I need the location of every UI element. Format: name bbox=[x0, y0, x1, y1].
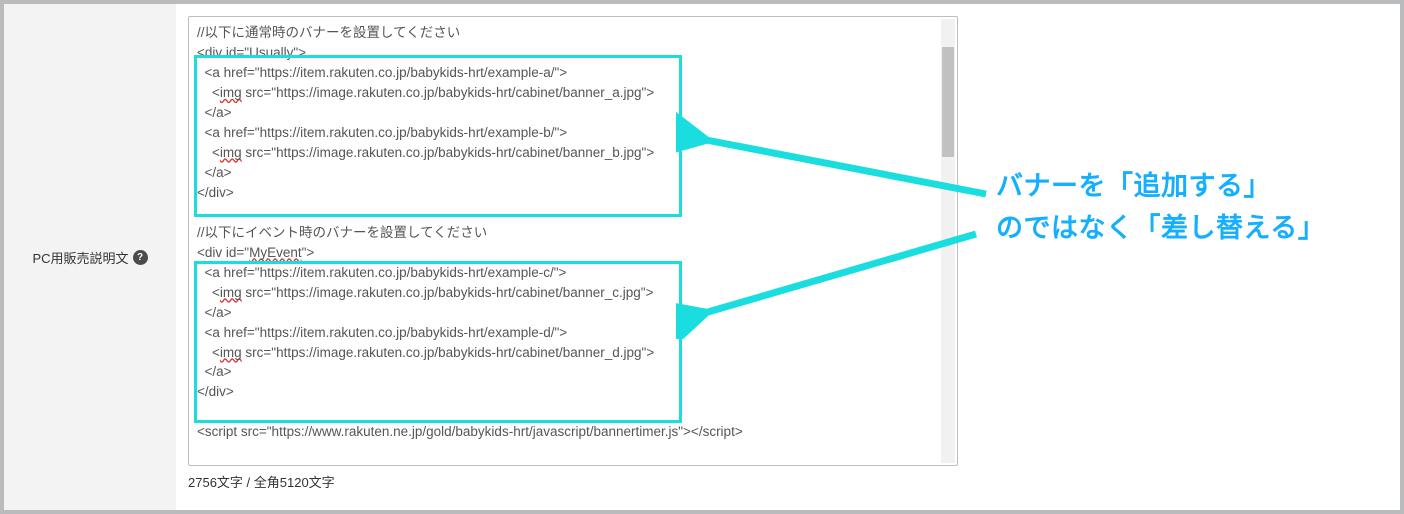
help-icon[interactable]: ? bbox=[133, 250, 148, 265]
field-label-cell: PC用販売説明文 ? bbox=[4, 4, 176, 510]
char-counter: 2756文字 / 全角5120文字 bbox=[188, 472, 1400, 491]
description-textarea[interactable]: //以下に通常時のバナーを設置してください <div id="Usually">… bbox=[188, 16, 958, 466]
annotation-text: バナーを「追加する」 のではなく「差し替える」 bbox=[996, 166, 1325, 250]
form-row: PC用販売説明文 ? //以下に通常時のバナーを設置してください <div id… bbox=[4, 4, 1400, 510]
field-value-cell: //以下に通常時のバナーを設置してください <div id="Usually">… bbox=[176, 4, 1400, 510]
field-label: PC用販売説明文 bbox=[32, 248, 128, 267]
textarea-content: //以下に通常時のバナーを設置してください <div id="Usually">… bbox=[189, 17, 941, 465]
scrollbar-thumb[interactable] bbox=[942, 47, 954, 157]
annotation-line2: のではなく「差し替える」 bbox=[996, 208, 1325, 250]
textarea-scrollbar[interactable] bbox=[941, 19, 955, 463]
window-frame: PC用販売説明文 ? //以下に通常時のバナーを設置してください <div id… bbox=[0, 0, 1404, 514]
annotation-line1: バナーを「追加する」 bbox=[996, 166, 1325, 208]
